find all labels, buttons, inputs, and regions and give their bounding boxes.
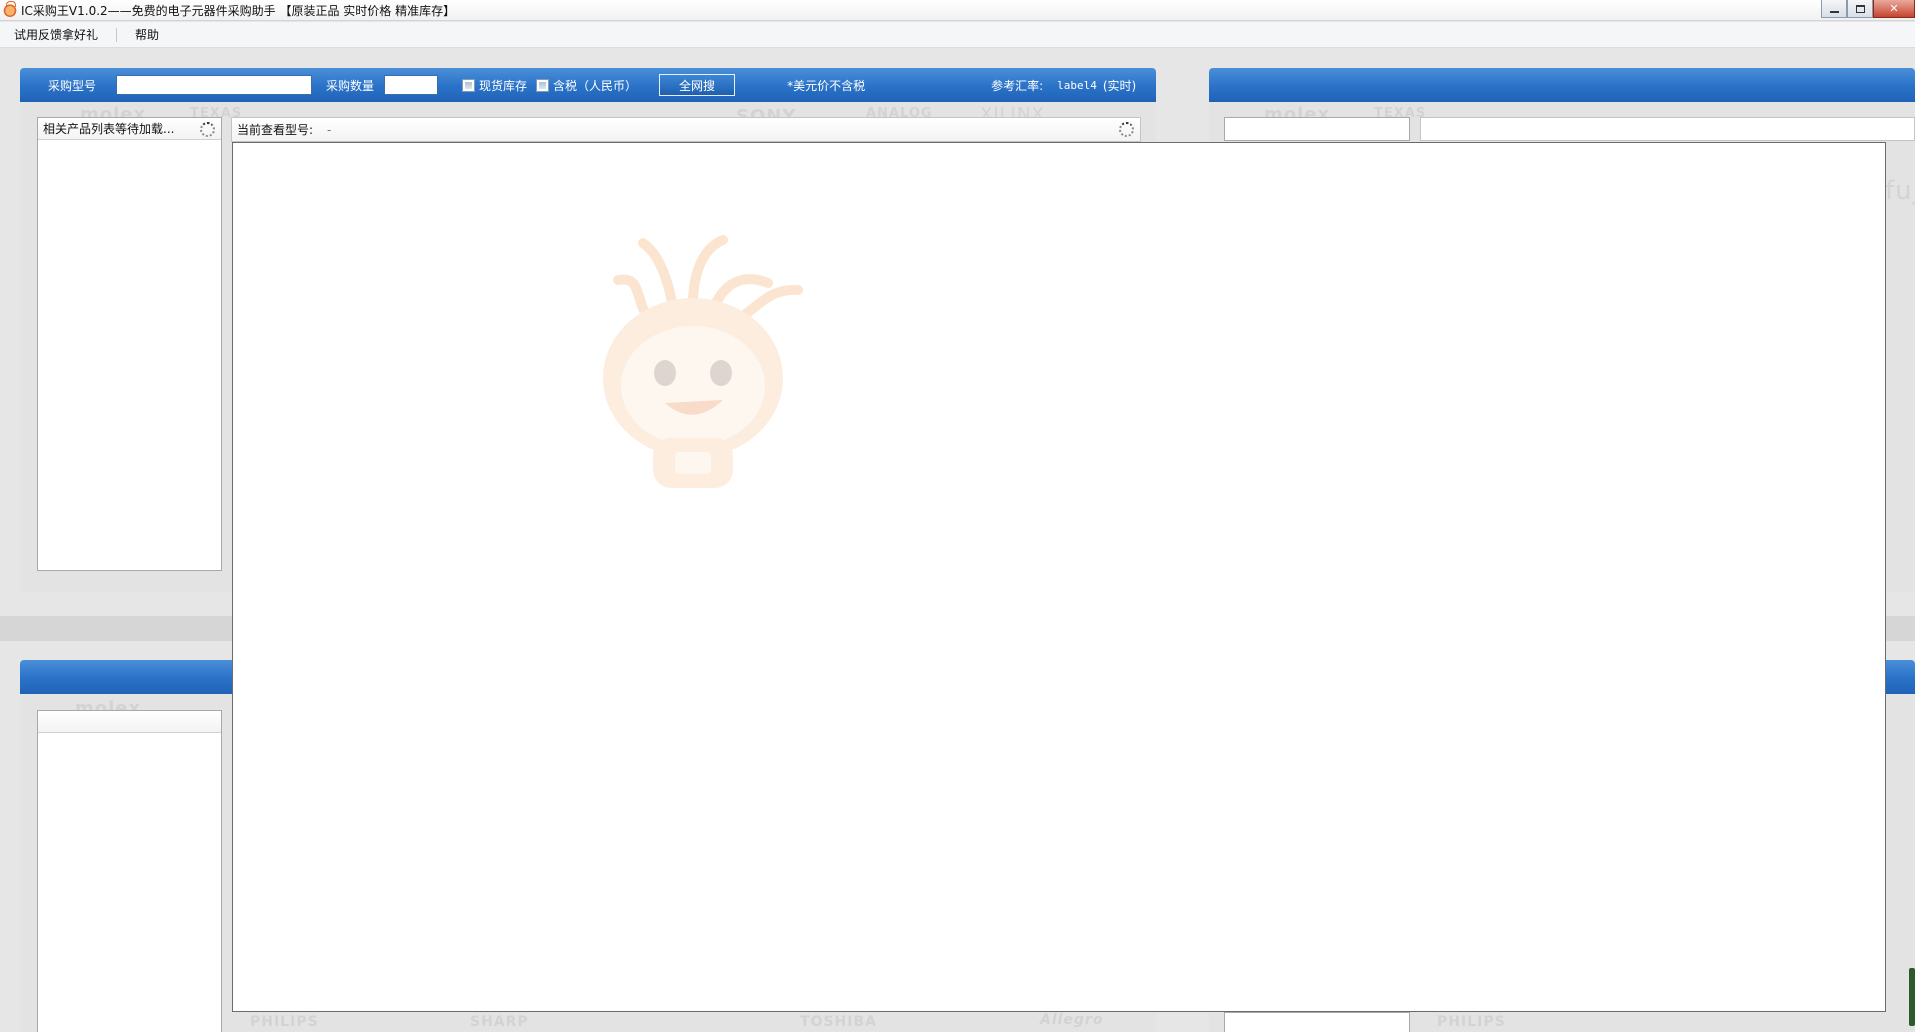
menu-separator [116, 27, 118, 42]
tax-label: 含税（人民币） [553, 78, 638, 93]
current-model-value: - [327, 122, 332, 137]
restore-button[interactable] [1847, 0, 1873, 18]
current-model-header: 当前查看型号: - [231, 117, 1141, 142]
bottom-left-list[interactable] [37, 710, 222, 1032]
exchange-rate-label: 参考汇率: [991, 78, 1044, 93]
menu-item-feedback[interactable]: 试用反馈拿好礼 [0, 26, 112, 43]
model-label: 采购型号 [48, 78, 97, 93]
watermark-logo: Allegro [1040, 1012, 1104, 1028]
related-products-header: 相关产品列表等待加载... [38, 118, 221, 140]
usd-note: *美元价不含税 [787, 78, 866, 93]
title-bar: IC采购王V1.0.2——免费的电子元器件采购助手 【原装正品 实时价格 精准库… [0, 0, 1915, 21]
mascot-watermark-icon [603, 235, 803, 488]
close-icon: ✕ [1889, 2, 1899, 15]
current-model-label: 当前查看型号: [237, 123, 314, 137]
main-content-view[interactable] [232, 142, 1886, 1012]
search-panel-header: 采购型号 采购数量 现货库存 含税（人民币） 全网搜 *美元价不含税 参考汇率:… [20, 68, 1156, 102]
search-toolbar: 采购型号 采购数量 现货库存 含税（人民币） 全网搜 *美元价不含税 参考汇率:… [20, 68, 1156, 102]
current-model-bar: 当前查看型号: - [232, 118, 1140, 141]
loading-spinner-icon [200, 122, 215, 137]
minimize-icon [1829, 10, 1839, 13]
window-controls: ✕ [1821, 0, 1915, 18]
window-title: IC采购王V1.0.2——免费的电子元器件采购助手 【原装正品 实时价格 精准库… [21, 3, 456, 18]
minimize-button[interactable] [1821, 0, 1847, 18]
bottom-left-list-header [38, 711, 221, 733]
exchange-rate-value: label4 [1057, 78, 1097, 92]
quantity-label: 采购数量 [326, 78, 375, 93]
related-products-status: 相关产品列表等待加载... [43, 122, 175, 136]
bottom-right-list[interactable] [1224, 1012, 1410, 1032]
stock-label: 现货库存 [479, 78, 528, 93]
right-detail-list[interactable] [1420, 117, 1915, 141]
quantity-input[interactable] [384, 75, 439, 95]
restore-icon [1855, 4, 1865, 13]
watermark-logo: TOSHIBA [800, 1014, 877, 1030]
stock-checkbox-box[interactable] [462, 78, 476, 92]
related-products-list[interactable]: 相关产品列表等待加载... [37, 117, 222, 571]
scroll-indicator[interactable] [1909, 968, 1915, 1026]
search-all-button[interactable]: 全网搜 [659, 74, 736, 96]
watermark-logo: PHILIPS [250, 1014, 319, 1030]
right-panel-header [1209, 68, 1915, 102]
menu-item-help[interactable]: 帮助 [121, 26, 173, 43]
watermark-logo: SHARP [470, 1014, 529, 1030]
close-button[interactable]: ✕ [1873, 0, 1915, 18]
tax-checkbox-box[interactable] [536, 78, 550, 92]
loading-spinner-icon [1119, 122, 1134, 137]
watermark-logo: fujitsu [1885, 176, 1915, 206]
watermark-logo: PHILIPS [1437, 1014, 1506, 1030]
right-list[interactable] [1224, 117, 1410, 141]
app-logo-icon [3, 1, 17, 17]
tax-checkbox[interactable]: 含税（人民币） [536, 77, 637, 94]
menu-bar: 试用反馈拿好礼 帮助 [0, 22, 1915, 48]
model-input[interactable] [116, 75, 313, 95]
stock-checkbox[interactable]: 现货库存 [462, 77, 527, 94]
exchange-rate-suffix: (实时) [1102, 78, 1137, 93]
